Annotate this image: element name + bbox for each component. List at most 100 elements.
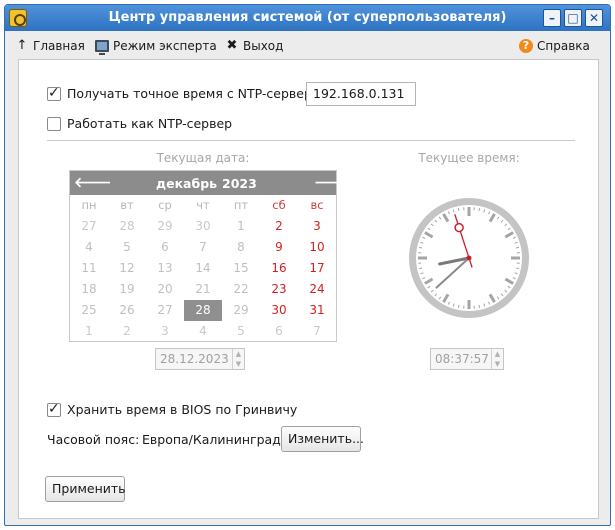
calendar-day[interactable]: 1 xyxy=(222,216,260,237)
calendar-day[interactable]: 14 xyxy=(184,258,222,279)
maximize-button[interactable]: □ xyxy=(564,9,582,27)
calendar-day[interactable]: 30 xyxy=(260,300,298,321)
calendar-day[interactable]: 31 xyxy=(298,300,336,321)
minimize-button[interactable]: – xyxy=(543,9,561,27)
title-bar[interactable]: Центр управления системой (от суперпольз… xyxy=(5,5,610,31)
calendar-day[interactable]: 27 xyxy=(146,300,184,321)
calendar-day[interactable]: 5 xyxy=(108,237,146,258)
calendar-day[interactable]: 2 xyxy=(108,321,146,342)
window-title: Центр управления системой (от суперпольз… xyxy=(108,10,507,25)
calendar-year[interactable]: 2023 xyxy=(222,176,257,191)
date-spinbox[interactable]: 28.12.2023 ▲ ▼ xyxy=(155,348,245,370)
calendar-day[interactable]: 7 xyxy=(298,321,336,342)
calendar-day[interactable]: 4 xyxy=(184,321,222,342)
calendar-day[interactable]: 11 xyxy=(70,258,108,279)
apply-button[interactable]: Применить xyxy=(45,476,126,502)
calendar-day[interactable]: 21 xyxy=(184,279,222,300)
calendar-day[interactable]: 15 xyxy=(222,258,260,279)
calendar-day[interactable]: 9 xyxy=(260,237,298,258)
help-button[interactable]: ? Справка xyxy=(519,37,590,55)
calendar-week-row: 4 5 6 7 8 9 10 xyxy=(70,237,336,258)
calendar-day[interactable]: 13 xyxy=(146,258,184,279)
calendar-day[interactable]: 20 xyxy=(146,279,184,300)
tools-icon: ✖ xyxy=(226,38,238,53)
calendar-day[interactable]: 5 xyxy=(222,321,260,342)
bios-utc-option[interactable]: Хранить время в BIOS по Гринвичу xyxy=(47,401,297,417)
calendar-day[interactable]: 3 xyxy=(146,321,184,342)
calendar-day[interactable]: 30 xyxy=(184,216,222,237)
calendar-day[interactable]: 28 xyxy=(184,300,222,321)
calendar-week-row: 1234567 xyxy=(70,321,336,342)
home-button[interactable]: ↑ Главная xyxy=(15,37,85,55)
minute-tick xyxy=(515,246,519,249)
calendar-day[interactable]: 19 xyxy=(108,279,146,300)
calendar-week-row: 27 28 29 30 1 2 3 xyxy=(70,216,336,237)
timezone-label: Часовой пояс: xyxy=(47,432,140,447)
calendar-day[interactable]: 26 xyxy=(108,300,146,321)
ntp-server-option[interactable]: Работать как NTP-сервер xyxy=(47,116,232,131)
prev-month-icon[interactable]: 🡐 xyxy=(74,174,112,192)
analog-clock xyxy=(409,198,529,318)
calendar-day[interactable]: 10 xyxy=(298,237,336,258)
calendar-day[interactable]: 16 xyxy=(260,258,298,279)
close-button[interactable]: ✕ xyxy=(585,9,603,27)
monitor-icon xyxy=(95,40,109,55)
calendar-day[interactable]: 25 xyxy=(70,300,108,321)
calendar-day[interactable]: 17 xyxy=(298,258,336,279)
ntp-sync-checkbox[interactable] xyxy=(47,85,61,101)
change-timezone-button[interactable]: Изменить... xyxy=(281,426,364,452)
minute-tick xyxy=(457,208,460,212)
time-spinbox[interactable]: 08:37:57 ▲ ▼ xyxy=(430,348,504,370)
help-icon: ? xyxy=(519,39,533,53)
calendar-day[interactable]: 2 xyxy=(260,216,298,237)
expert-mode-label: Режим эксперта xyxy=(113,39,217,53)
minute-tick xyxy=(457,304,460,308)
calendar-day[interactable]: 28 xyxy=(108,216,146,237)
weekday-sat: сб xyxy=(272,198,286,212)
calendar-header: 🡐 декабрь 2023 🡒 xyxy=(70,171,352,195)
calendar[interactable]: 🡐 декабрь 2023 🡒 пн вт ср чт пт сб вс 27… xyxy=(69,170,352,342)
spin-arrows-icon[interactable]: ▲ ▼ xyxy=(491,349,503,369)
calendar-day[interactable]: 6 xyxy=(146,237,184,258)
calendar-day[interactable]: 12 xyxy=(108,258,146,279)
ntp-sync-label: Получать точное время с NTP-сервера: xyxy=(67,86,324,101)
next-month-icon[interactable]: 🡒 xyxy=(314,174,352,192)
weekday-header-row: пн вт ср чт пт сб вс xyxy=(70,195,336,216)
calendar-day[interactable]: 22 xyxy=(222,279,260,300)
calendar-day[interactable]: 3 xyxy=(298,216,336,237)
spin-arrows-icon[interactable]: ▲ ▼ xyxy=(232,349,244,369)
calendar-day[interactable]: 8 xyxy=(222,237,260,258)
calendar-week-row: 18 19 20 21 22 23 24 xyxy=(70,279,336,300)
separator xyxy=(47,140,575,141)
ntp-server-checkbox[interactable] xyxy=(47,116,61,131)
help-label: Справка xyxy=(537,39,590,53)
bios-utc-checkbox[interactable] xyxy=(47,401,61,417)
calendar-day[interactable]: 18 xyxy=(70,279,108,300)
arrow-up-icon: ↑ xyxy=(16,38,28,53)
time-value: 08:37:57 xyxy=(435,352,489,366)
calendar-day[interactable]: 6 xyxy=(260,321,298,342)
calendar-week-row: 25 26 27 28 29 30 31 xyxy=(70,300,336,321)
ntp-server-input[interactable]: 192.168.0.131 xyxy=(306,82,416,106)
minute-tick xyxy=(419,267,423,270)
calendar-day[interactable]: 4 xyxy=(70,237,108,258)
calendar-day[interactable]: 7 xyxy=(184,237,222,258)
calendar-day[interactable]: 23 xyxy=(260,279,298,300)
calendar-day[interactable]: 1 xyxy=(70,321,108,342)
toolbar: ↑ Главная Режим эксперта ✖ Выход ? Справ… xyxy=(5,31,610,59)
calendar-day[interactable]: 24 xyxy=(298,279,336,300)
calendar-day[interactable]: 29 xyxy=(222,300,260,321)
calendar-day[interactable]: 27 xyxy=(70,216,108,237)
ntp-sync-option[interactable]: Получать точное время с NTP-сервера: xyxy=(47,85,324,101)
clock-center xyxy=(466,255,472,261)
calendar-month[interactable]: декабрь xyxy=(156,176,217,191)
expert-mode-button[interactable]: Режим эксперта xyxy=(95,37,217,55)
weekday-fri: пт xyxy=(233,198,249,212)
weekday-thu: чт xyxy=(196,198,210,212)
current-date-label: Текущая дата: xyxy=(156,151,250,165)
exit-button[interactable]: ✖ Выход xyxy=(225,37,284,55)
calendar-day[interactable]: 29 xyxy=(146,216,184,237)
calendar-week-row: 11 12 13 14 15 16 17 xyxy=(70,258,336,279)
date-value: 28.12.2023 xyxy=(160,352,229,366)
weekday-mon: пн xyxy=(81,198,97,212)
